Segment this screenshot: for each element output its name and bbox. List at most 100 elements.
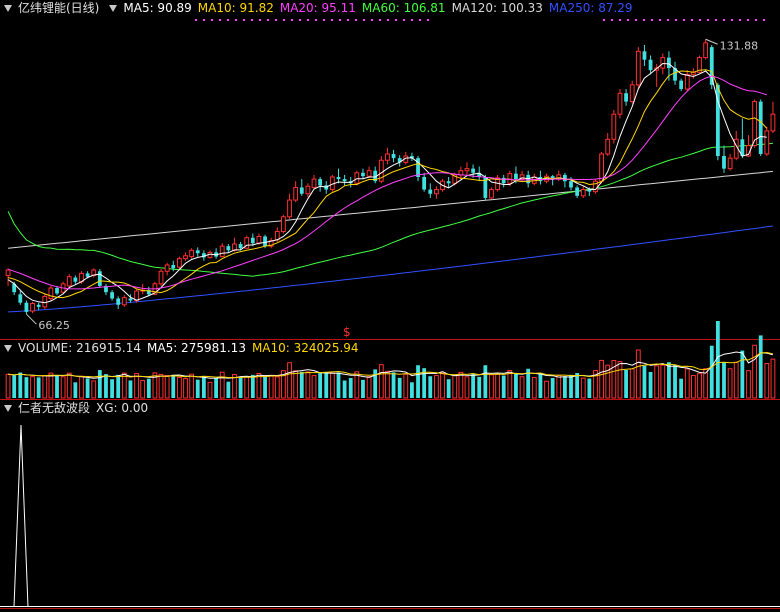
volume-bar <box>679 378 684 398</box>
top-signal-dot <box>299 19 301 21</box>
volume-bar <box>324 372 329 398</box>
volume-bar <box>495 373 500 399</box>
volume-bar <box>660 364 666 399</box>
candle-body <box>587 189 592 192</box>
top-signal-dot <box>659 19 661 21</box>
candle-body <box>318 179 323 186</box>
volume-bar <box>263 376 267 398</box>
top-signal-dot <box>627 19 629 21</box>
top-signal-dot <box>395 19 397 21</box>
volume-bar <box>299 371 304 398</box>
indicator-spike <box>13 424 29 608</box>
top-signal-dot <box>243 19 245 21</box>
volume-bar <box>403 373 409 399</box>
volume-bar <box>238 376 243 398</box>
candle-body <box>110 292 114 299</box>
volume-bar <box>580 377 586 399</box>
volume-bar <box>587 378 592 398</box>
volume-bar <box>268 375 274 399</box>
low-label: 66.25 <box>38 319 70 332</box>
candle-body <box>635 50 641 86</box>
top-signal-dot <box>691 19 693 21</box>
top-signal-dot <box>315 19 317 21</box>
candle-body <box>336 177 341 180</box>
volume-bar <box>428 376 433 398</box>
volume-bar <box>746 370 751 399</box>
candle-body <box>48 287 54 299</box>
candle-body <box>575 187 580 196</box>
candle-body <box>305 185 311 195</box>
volume-bar <box>440 372 445 399</box>
candle-body <box>391 153 396 159</box>
volume-bar <box>36 377 41 398</box>
candle-body <box>703 42 709 59</box>
candle-body <box>433 189 439 195</box>
candle-body <box>311 178 317 188</box>
volume-bar <box>684 368 690 399</box>
volume-bar <box>336 372 341 398</box>
candle-body <box>507 173 513 184</box>
volume-bar <box>176 376 182 399</box>
candle-body <box>256 235 262 244</box>
volume-bar <box>60 376 66 399</box>
volume-bar <box>629 368 635 399</box>
candle-body <box>189 249 195 258</box>
volume-bar <box>514 373 518 398</box>
top-signal-dot <box>723 19 725 21</box>
volume-bar <box>55 375 59 398</box>
volume-bar <box>624 370 628 398</box>
candle-body <box>97 271 102 286</box>
volume-bar <box>562 376 567 398</box>
volume-bar <box>24 377 29 398</box>
candle-body <box>709 47 714 85</box>
top-signal-dot <box>699 19 701 21</box>
top-signal-dot <box>371 19 373 21</box>
ma120-line <box>8 170 773 249</box>
candle-body <box>164 264 170 272</box>
candle-body <box>36 304 41 307</box>
top-signal-dot <box>683 19 685 21</box>
top-signal-dot <box>603 19 605 21</box>
kline-chart[interactable]: 131.88 66.25 $ <box>0 0 780 612</box>
volume-bar <box>397 377 402 398</box>
volume-bar <box>507 369 513 399</box>
volume-bar <box>91 380 97 399</box>
volume-bar <box>318 373 323 398</box>
volume-bar <box>740 350 745 398</box>
volume-bar <box>305 371 311 399</box>
candle-body <box>422 177 427 190</box>
candle-body <box>385 153 390 161</box>
volume-bar <box>164 375 170 399</box>
volume-bar <box>128 380 133 398</box>
candle-body <box>171 264 176 269</box>
volume-bar <box>287 362 292 399</box>
candle-body <box>354 172 360 184</box>
top-signal-dot <box>331 19 333 21</box>
volume-bar <box>642 365 647 398</box>
volume-bar <box>519 376 525 399</box>
volume-bar <box>758 335 763 398</box>
volume-bar <box>250 374 255 398</box>
top-signal-dot <box>267 19 269 21</box>
volume-bar <box>373 369 378 398</box>
candle-body <box>580 189 586 197</box>
top-signal-dot <box>755 19 757 21</box>
candle-body <box>722 156 726 169</box>
top-signal-dot <box>251 19 253 21</box>
volume-bar <box>770 358 776 399</box>
candle-body <box>281 216 286 232</box>
volume-bar <box>531 377 537 399</box>
candle-body <box>219 245 225 258</box>
volume-bar <box>416 365 420 398</box>
candle-body <box>569 181 573 188</box>
volume-bar <box>97 370 102 398</box>
volume-bar <box>195 379 200 398</box>
volume-bar <box>709 345 714 398</box>
volume-bar <box>85 378 90 398</box>
volume-bar <box>73 382 78 398</box>
volume-bar <box>752 344 757 399</box>
top-signal-dot <box>235 19 237 21</box>
candle-body <box>667 57 671 69</box>
volume-bar <box>458 371 464 399</box>
volume-bar <box>410 382 414 398</box>
